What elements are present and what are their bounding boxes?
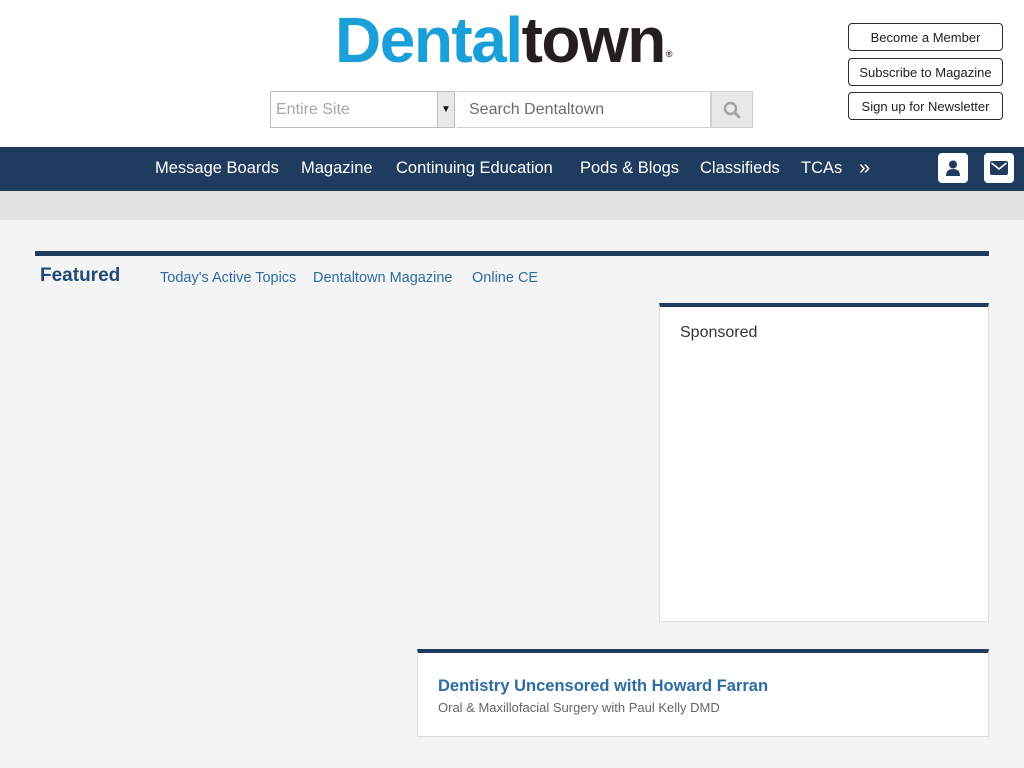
nav-item-continuing-education[interactable]: Continuing Education [396, 147, 553, 191]
site-header: Dentaltown® Entire Site ▼ Become a Membe… [0, 0, 1024, 147]
search-icon [723, 101, 741, 118]
user-icon [946, 160, 960, 176]
caret-down-icon[interactable]: ▼ [437, 92, 454, 127]
sponsored-panel: Sponsored [659, 303, 989, 622]
subscribe-magazine-button[interactable]: Subscribe to Magazine [848, 58, 1003, 86]
newsletter-signup-button[interactable]: Sign up for Newsletter [848, 92, 1003, 120]
nav-item-message-boards[interactable]: Message Boards [155, 147, 279, 191]
nav-more-button[interactable]: » [859, 147, 870, 191]
featured-heading: Featured [40, 265, 121, 286]
dentaltown-logo[interactable]: Dentaltown® [335, 4, 695, 76]
sponsored-label: Sponsored [680, 324, 758, 341]
logo-text-town: town [521, 4, 667, 76]
messages-button[interactable] [984, 153, 1014, 183]
become-member-button[interactable]: Become a Member [848, 23, 1003, 51]
featured-tab-online-ce[interactable]: Online CE [472, 270, 538, 286]
featured-tab-active-topics[interactable]: Today's Active Topics [160, 270, 296, 286]
featured-tab-dentaltown-magazine[interactable]: Dentaltown Magazine [313, 270, 452, 286]
search-scope-select[interactable]: Entire Site ▼ [270, 91, 455, 128]
search-button[interactable] [711, 91, 753, 128]
envelope-icon [990, 161, 1008, 175]
search-input[interactable] [457, 91, 711, 128]
podcast-title-link[interactable]: Dentistry Uncensored with Howard Farran [438, 677, 768, 696]
logo-registered-mark: ® [665, 49, 673, 59]
sub-nav-strip [0, 191, 1024, 220]
nav-item-magazine[interactable]: Magazine [301, 147, 373, 191]
podcast-episode-subtitle: Oral & Maxillofacial Surgery with Paul K… [438, 700, 720, 715]
nav-item-pods-blogs[interactable]: Pods & Blogs [580, 147, 679, 191]
account-button[interactable] [938, 153, 968, 183]
main-nav: Message Boards Magazine Continuing Educa… [0, 147, 1024, 191]
nav-item-tcas[interactable]: TCAs [801, 147, 842, 191]
search-scope-value: Entire Site [276, 101, 350, 118]
podcast-card: Dentistry Uncensored with Howard Farran … [417, 649, 989, 737]
nav-item-classifieds[interactable]: Classifieds [700, 147, 780, 191]
featured-divider [35, 251, 989, 256]
logo-text-dental: Dental [335, 4, 523, 76]
